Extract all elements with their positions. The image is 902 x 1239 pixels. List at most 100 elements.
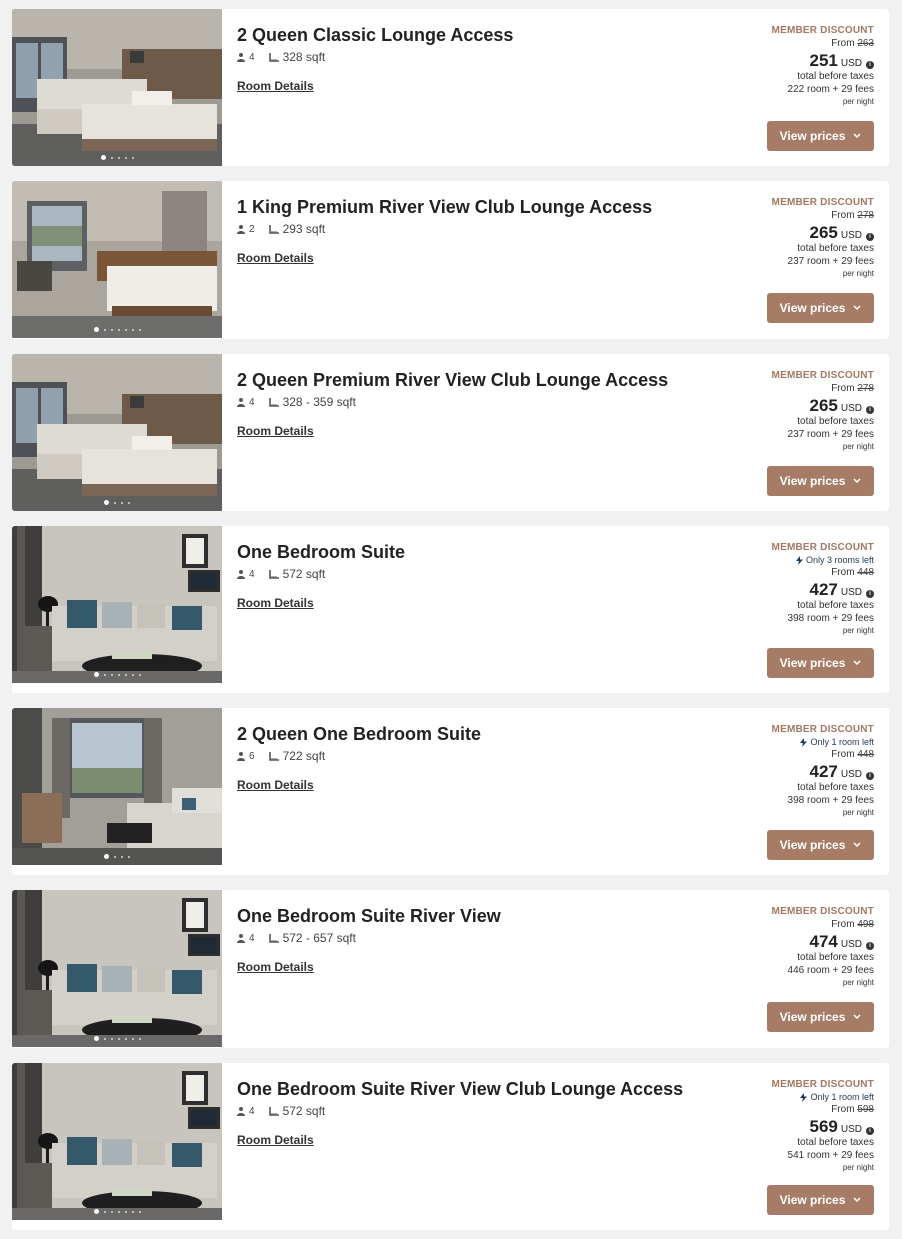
from-label: From [831, 1104, 855, 1115]
carousel-dot[interactable] [93, 1036, 99, 1041]
carousel-dot[interactable] [93, 672, 99, 677]
room-details-link[interactable]: Room Details [237, 79, 314, 93]
view-prices-button[interactable]: View prices [767, 830, 874, 860]
carousel-dot[interactable] [131, 328, 134, 331]
person-icon [237, 751, 245, 761]
info-icon[interactable]: i [866, 61, 874, 69]
carousel-dot[interactable] [128, 501, 130, 504]
fees-word: fees [855, 256, 874, 267]
info-icon[interactable]: i [866, 772, 874, 780]
room-photo[interactable] [12, 890, 222, 1047]
info-icon[interactable]: i [866, 590, 874, 598]
carousel-dot[interactable] [131, 673, 134, 676]
room-photo[interactable] [12, 526, 222, 683]
view-prices-button[interactable]: View prices [767, 121, 874, 151]
carousel-dot[interactable] [131, 156, 134, 159]
carousel-dot[interactable] [124, 1037, 127, 1040]
carousel-dot[interactable] [103, 328, 106, 331]
carousel-dot[interactable] [117, 156, 120, 159]
carousel-dot[interactable] [104, 500, 109, 505]
carousel-dot[interactable] [138, 328, 141, 331]
view-prices-button[interactable]: View prices [767, 648, 874, 678]
carousel-dot[interactable] [117, 673, 120, 676]
carousel-dot[interactable] [110, 156, 113, 159]
total-before-taxes: total before taxes [797, 782, 874, 793]
carousel-dot[interactable] [121, 855, 123, 858]
carousel-dot[interactable] [114, 855, 116, 858]
lightning-icon [800, 1093, 808, 1102]
carousel-dot[interactable] [110, 328, 113, 331]
carousel-dot[interactable] [114, 501, 116, 504]
room-details-link[interactable]: Room Details [237, 251, 314, 265]
carousel-dot[interactable] [117, 1210, 120, 1213]
photo-carousel-dots [12, 500, 222, 505]
room-photo[interactable] [12, 708, 222, 865]
carousel-dot[interactable] [93, 327, 99, 332]
room-photo-image [12, 181, 222, 338]
room-details-link[interactable]: Room Details [237, 424, 314, 438]
carousel-dot[interactable] [103, 673, 106, 676]
room-details-link[interactable]: Room Details [237, 596, 314, 610]
chevron-down-icon [853, 842, 861, 848]
carousel-dot[interactable] [117, 328, 120, 331]
chevron-down-icon [853, 305, 861, 311]
room-photo[interactable] [12, 9, 222, 166]
availability-text: Only 1 room left [810, 1092, 874, 1102]
from-label: From [831, 210, 855, 221]
room-card: 2 Queen One Bedroom Suite 6 722 sqft Room D… [12, 708, 889, 875]
price-block: MEMBER DISCOUNT Only 1 room left From 448 4… [772, 725, 874, 817]
carousel-dot[interactable] [128, 855, 130, 858]
carousel-dot[interactable] [121, 501, 123, 504]
carousel-dot[interactable] [124, 673, 127, 676]
room-meta: 2 293 sqft [237, 221, 652, 237]
carousel-dot[interactable] [103, 1210, 106, 1213]
carousel-dot[interactable] [138, 1210, 141, 1213]
room-meta: 6 722 sqft [237, 748, 481, 764]
carousel-dot[interactable] [138, 673, 141, 676]
room-photo[interactable] [12, 354, 222, 511]
price-block: MEMBER DISCOUNT From 498 474 USD i total befo… [772, 907, 874, 987]
info-icon[interactable]: i [866, 406, 874, 414]
from-price: From 498 [772, 920, 874, 930]
price-row: 265 USD i [772, 397, 874, 414]
carousel-dot[interactable] [93, 1209, 99, 1214]
room-card: 1 King Premium River View Club Lounge Ac… [12, 181, 889, 339]
info-icon[interactable]: i [866, 233, 874, 241]
price-breakdown: 398 room + 29 fees [772, 796, 874, 806]
view-prices-button[interactable]: View prices [767, 1185, 874, 1215]
room-size: 722 sqft [282, 749, 326, 763]
room-details-link[interactable]: Room Details [237, 778, 314, 792]
price-breakdown: 398 room + 29 fees [772, 614, 874, 624]
carousel-dot[interactable] [124, 156, 127, 159]
per-night-label: per night [842, 808, 874, 817]
view-prices-button[interactable]: View prices [767, 293, 874, 323]
carousel-dot[interactable] [110, 673, 113, 676]
room-size: 572 sqft [282, 567, 326, 581]
carousel-dot[interactable] [131, 1037, 134, 1040]
carousel-dot[interactable] [103, 1037, 106, 1040]
room-details-link[interactable]: Room Details [237, 960, 314, 974]
room-details-link[interactable]: Room Details [237, 1133, 314, 1147]
carousel-dot[interactable] [138, 1037, 141, 1040]
carousel-dot[interactable] [100, 155, 106, 160]
carousel-dot[interactable] [104, 854, 109, 859]
discounted-price: 569 [809, 1117, 838, 1136]
room-photo[interactable] [12, 1063, 222, 1220]
price-block: MEMBER DISCOUNT From 278 265 USD i total befo… [772, 371, 874, 451]
room-photo[interactable] [12, 181, 222, 338]
carousel-dot[interactable] [124, 328, 127, 331]
price-breakdown: 541 room + 29 fees [772, 1151, 874, 1161]
room-amount: 398 [787, 795, 805, 806]
carousel-dot[interactable] [117, 1037, 120, 1040]
room-photo-image [12, 708, 222, 865]
info-icon[interactable]: i [866, 942, 874, 950]
carousel-dot[interactable] [110, 1210, 113, 1213]
carousel-dot[interactable] [131, 1210, 134, 1213]
view-prices-button[interactable]: View prices [767, 1002, 874, 1032]
lightning-icon [800, 738, 808, 747]
carousel-dot[interactable] [110, 1037, 113, 1040]
fees-word: fees [855, 1150, 874, 1161]
carousel-dot[interactable] [124, 1210, 127, 1213]
view-prices-button[interactable]: View prices [767, 466, 874, 496]
info-icon[interactable]: i [866, 1127, 874, 1135]
